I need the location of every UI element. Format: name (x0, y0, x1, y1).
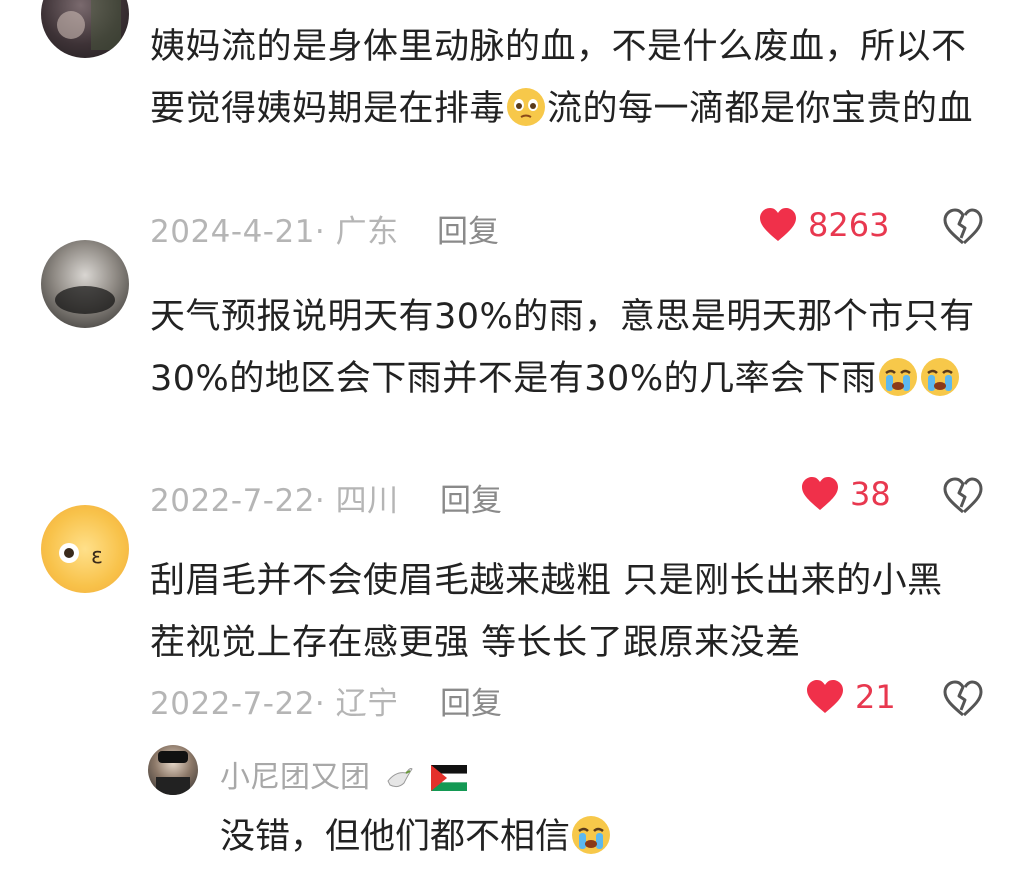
comment-date-location: 2024-4-21· 广东 (150, 214, 399, 250)
like-button[interactable]: 8263 (758, 206, 889, 244)
heart-icon (760, 208, 796, 241)
comment-text-part: 刮眉毛并不会使眉毛越来越粗 只是刚长出来的小黑茬视觉上存在感更强 等长长了跟原来… (150, 561, 943, 663)
heart-icon (802, 477, 838, 510)
like-button[interactable]: 38 (800, 475, 891, 513)
comment-date-location: 2022-7-22· 四川 (150, 483, 399, 519)
reply-button[interactable]: 回复 (440, 475, 502, 520)
reply-button[interactable]: 回复 (437, 206, 499, 251)
crying-face-icon (877, 356, 919, 398)
like-count: 8263 (808, 206, 890, 244)
avatar[interactable] (41, 0, 129, 58)
broken-heart-icon[interactable] (943, 477, 983, 515)
reply-button[interactable]: 回复 (440, 678, 502, 723)
comment-text: 刮眉毛并不会使眉毛越来越粗 只是刚长出来的小黑茬视觉上存在感更强 等长长了跟原来… (150, 550, 970, 674)
like-count: 21 (855, 678, 896, 716)
comment-text-part: 流的每一滴都是你宝贵的血 (547, 89, 974, 129)
dove-icon (384, 763, 414, 801)
heart-icon (807, 680, 843, 713)
avatar[interactable] (41, 240, 129, 328)
comment-text-part: 天气预报说明天有30%的雨，意思是明天那个市只有30%的地区会下雨并不是有30%… (150, 297, 975, 399)
broken-heart-icon[interactable] (943, 208, 983, 246)
svg-text:ε: ε (91, 544, 103, 569)
broken-heart-icon[interactable] (943, 680, 983, 718)
comment-text: 天气预报说明天有30%的雨，意思是明天那个市只有30%的地区会下雨并不是有30%… (150, 286, 990, 410)
reply-username[interactable]: 小尼团又团 (220, 752, 468, 801)
crying-face-icon (570, 814, 612, 856)
pleading-face-icon (505, 86, 547, 128)
like-button[interactable]: 21 (805, 678, 896, 716)
like-count: 38 (850, 475, 891, 513)
avatar[interactable] (148, 745, 198, 795)
reply-text: 没错，但他们都不相信 (220, 808, 612, 859)
avatar[interactable]: ε (41, 505, 129, 593)
palestine-flag-icon (431, 764, 468, 799)
crying-face-icon (919, 356, 961, 398)
comment-date-location: 2022-7-22· 辽宁 (150, 686, 399, 722)
comment-text: 姨妈流的是身体里动脉的血，不是什么废血，所以不要觉得姨妈期是在排毒 流的每一滴都是… (150, 16, 1000, 140)
